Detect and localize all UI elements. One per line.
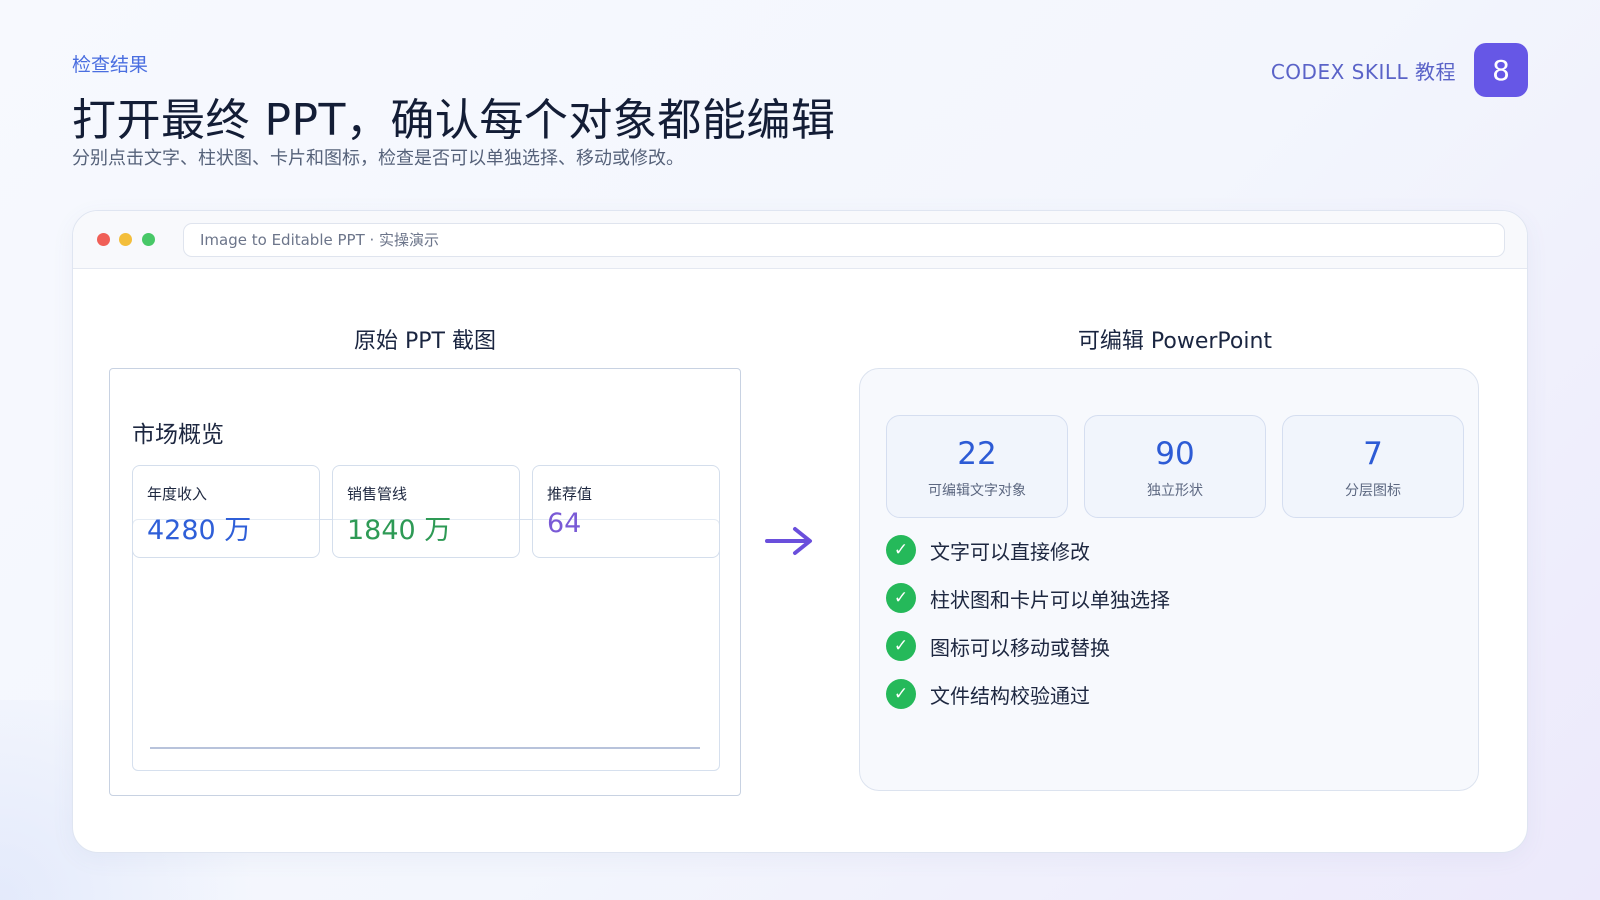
metric-label: 推荐值 bbox=[547, 485, 593, 503]
maximize-window-dot[interactable] bbox=[142, 233, 155, 246]
checklist-item: ✓ 图标可以移动或替换 bbox=[886, 631, 1170, 661]
original-metric-card: 销售管线 1840 万 bbox=[332, 465, 520, 558]
original-metric-card: 推荐值 64 bbox=[532, 465, 720, 558]
metric-value: 1840 万 bbox=[347, 515, 452, 546]
metric-value: 4280 万 bbox=[147, 515, 252, 546]
check-icon: ✓ bbox=[886, 535, 916, 565]
checklist-text: 柱状图和卡片可以单独选择 bbox=[930, 587, 1170, 612]
checklist-text: 文字可以直接修改 bbox=[930, 539, 1090, 564]
close-window-dot[interactable] bbox=[97, 233, 110, 246]
metric-label: 销售管线 bbox=[347, 485, 408, 503]
page-title: 打开最终 PPT，确认每个对象都能编辑 bbox=[72, 95, 836, 146]
browser-window: Image to Editable PPT · 实操演示 原始 PPT 截图 可… bbox=[72, 210, 1528, 853]
stat-caption: 可编辑文字对象 bbox=[928, 483, 1026, 499]
stat-caption: 独立形状 bbox=[1147, 483, 1203, 499]
checklist-item: ✓ 柱状图和卡片可以单独选择 bbox=[886, 583, 1170, 613]
minimize-window-dot[interactable] bbox=[119, 233, 132, 246]
original-column-label: 原始 PPT 截图 bbox=[354, 329, 496, 354]
checklist-text: 图标可以移动或替换 bbox=[930, 635, 1110, 660]
original-screenshot-panel: 市场概览 年度收入 4280 万 销售管线 1840 万 推荐值 64 bbox=[109, 368, 741, 796]
checklist-item: ✓ 文字可以直接修改 bbox=[886, 535, 1170, 565]
stat-number: 7 bbox=[1363, 436, 1383, 472]
stat-caption: 分层图标 bbox=[1345, 483, 1401, 499]
stat-card[interactable]: 7 分层图标 bbox=[1282, 415, 1464, 518]
arrow-right-icon bbox=[765, 527, 812, 555]
stat-number: 22 bbox=[957, 436, 997, 472]
stat-card[interactable]: 90 独立形状 bbox=[1084, 415, 1266, 518]
editable-powerpoint-panel: 22 可编辑文字对象 90 独立形状 7 分层图标 ✓ 文字可以直接修改 ✓ 柱… bbox=[859, 368, 1479, 791]
check-icon: ✓ bbox=[886, 679, 916, 709]
page-subtitle: 分别点击文字、柱状图、卡片和图标，检查是否可以单独选择、移动或修改。 bbox=[72, 148, 684, 169]
original-chart-baseline bbox=[150, 747, 700, 749]
stat-card[interactable]: 22 可编辑文字对象 bbox=[886, 415, 1068, 518]
page-number-badge: 8 bbox=[1474, 43, 1528, 97]
brand-header: CODEX SKILL 教程 8 bbox=[1271, 43, 1528, 97]
metric-value: 64 bbox=[547, 508, 582, 539]
stat-number: 90 bbox=[1155, 436, 1195, 472]
original-metric-card: 年度收入 4280 万 bbox=[132, 465, 320, 558]
brand-label: CODEX SKILL 教程 bbox=[1270, 59, 1456, 84]
window-titlebar: Image to Editable PPT · 实操演示 bbox=[73, 211, 1527, 269]
verification-checklist: ✓ 文字可以直接修改 ✓ 柱状图和卡片可以单独选择 ✓ 图标可以移动或替换 ✓ … bbox=[886, 535, 1170, 727]
metric-label: 年度收入 bbox=[147, 485, 208, 503]
checklist-text: 文件结构校验通过 bbox=[930, 683, 1090, 708]
original-slide-title: 市场概览 bbox=[132, 422, 224, 448]
check-icon: ✓ bbox=[886, 583, 916, 613]
address-bar[interactable]: Image to Editable PPT · 实操演示 bbox=[183, 223, 1505, 257]
section-eyebrow: 检查结果 bbox=[72, 54, 149, 76]
checklist-item: ✓ 文件结构校验通过 bbox=[886, 679, 1170, 709]
check-icon: ✓ bbox=[886, 631, 916, 661]
editable-column-label: 可编辑 PowerPoint bbox=[1077, 329, 1273, 354]
